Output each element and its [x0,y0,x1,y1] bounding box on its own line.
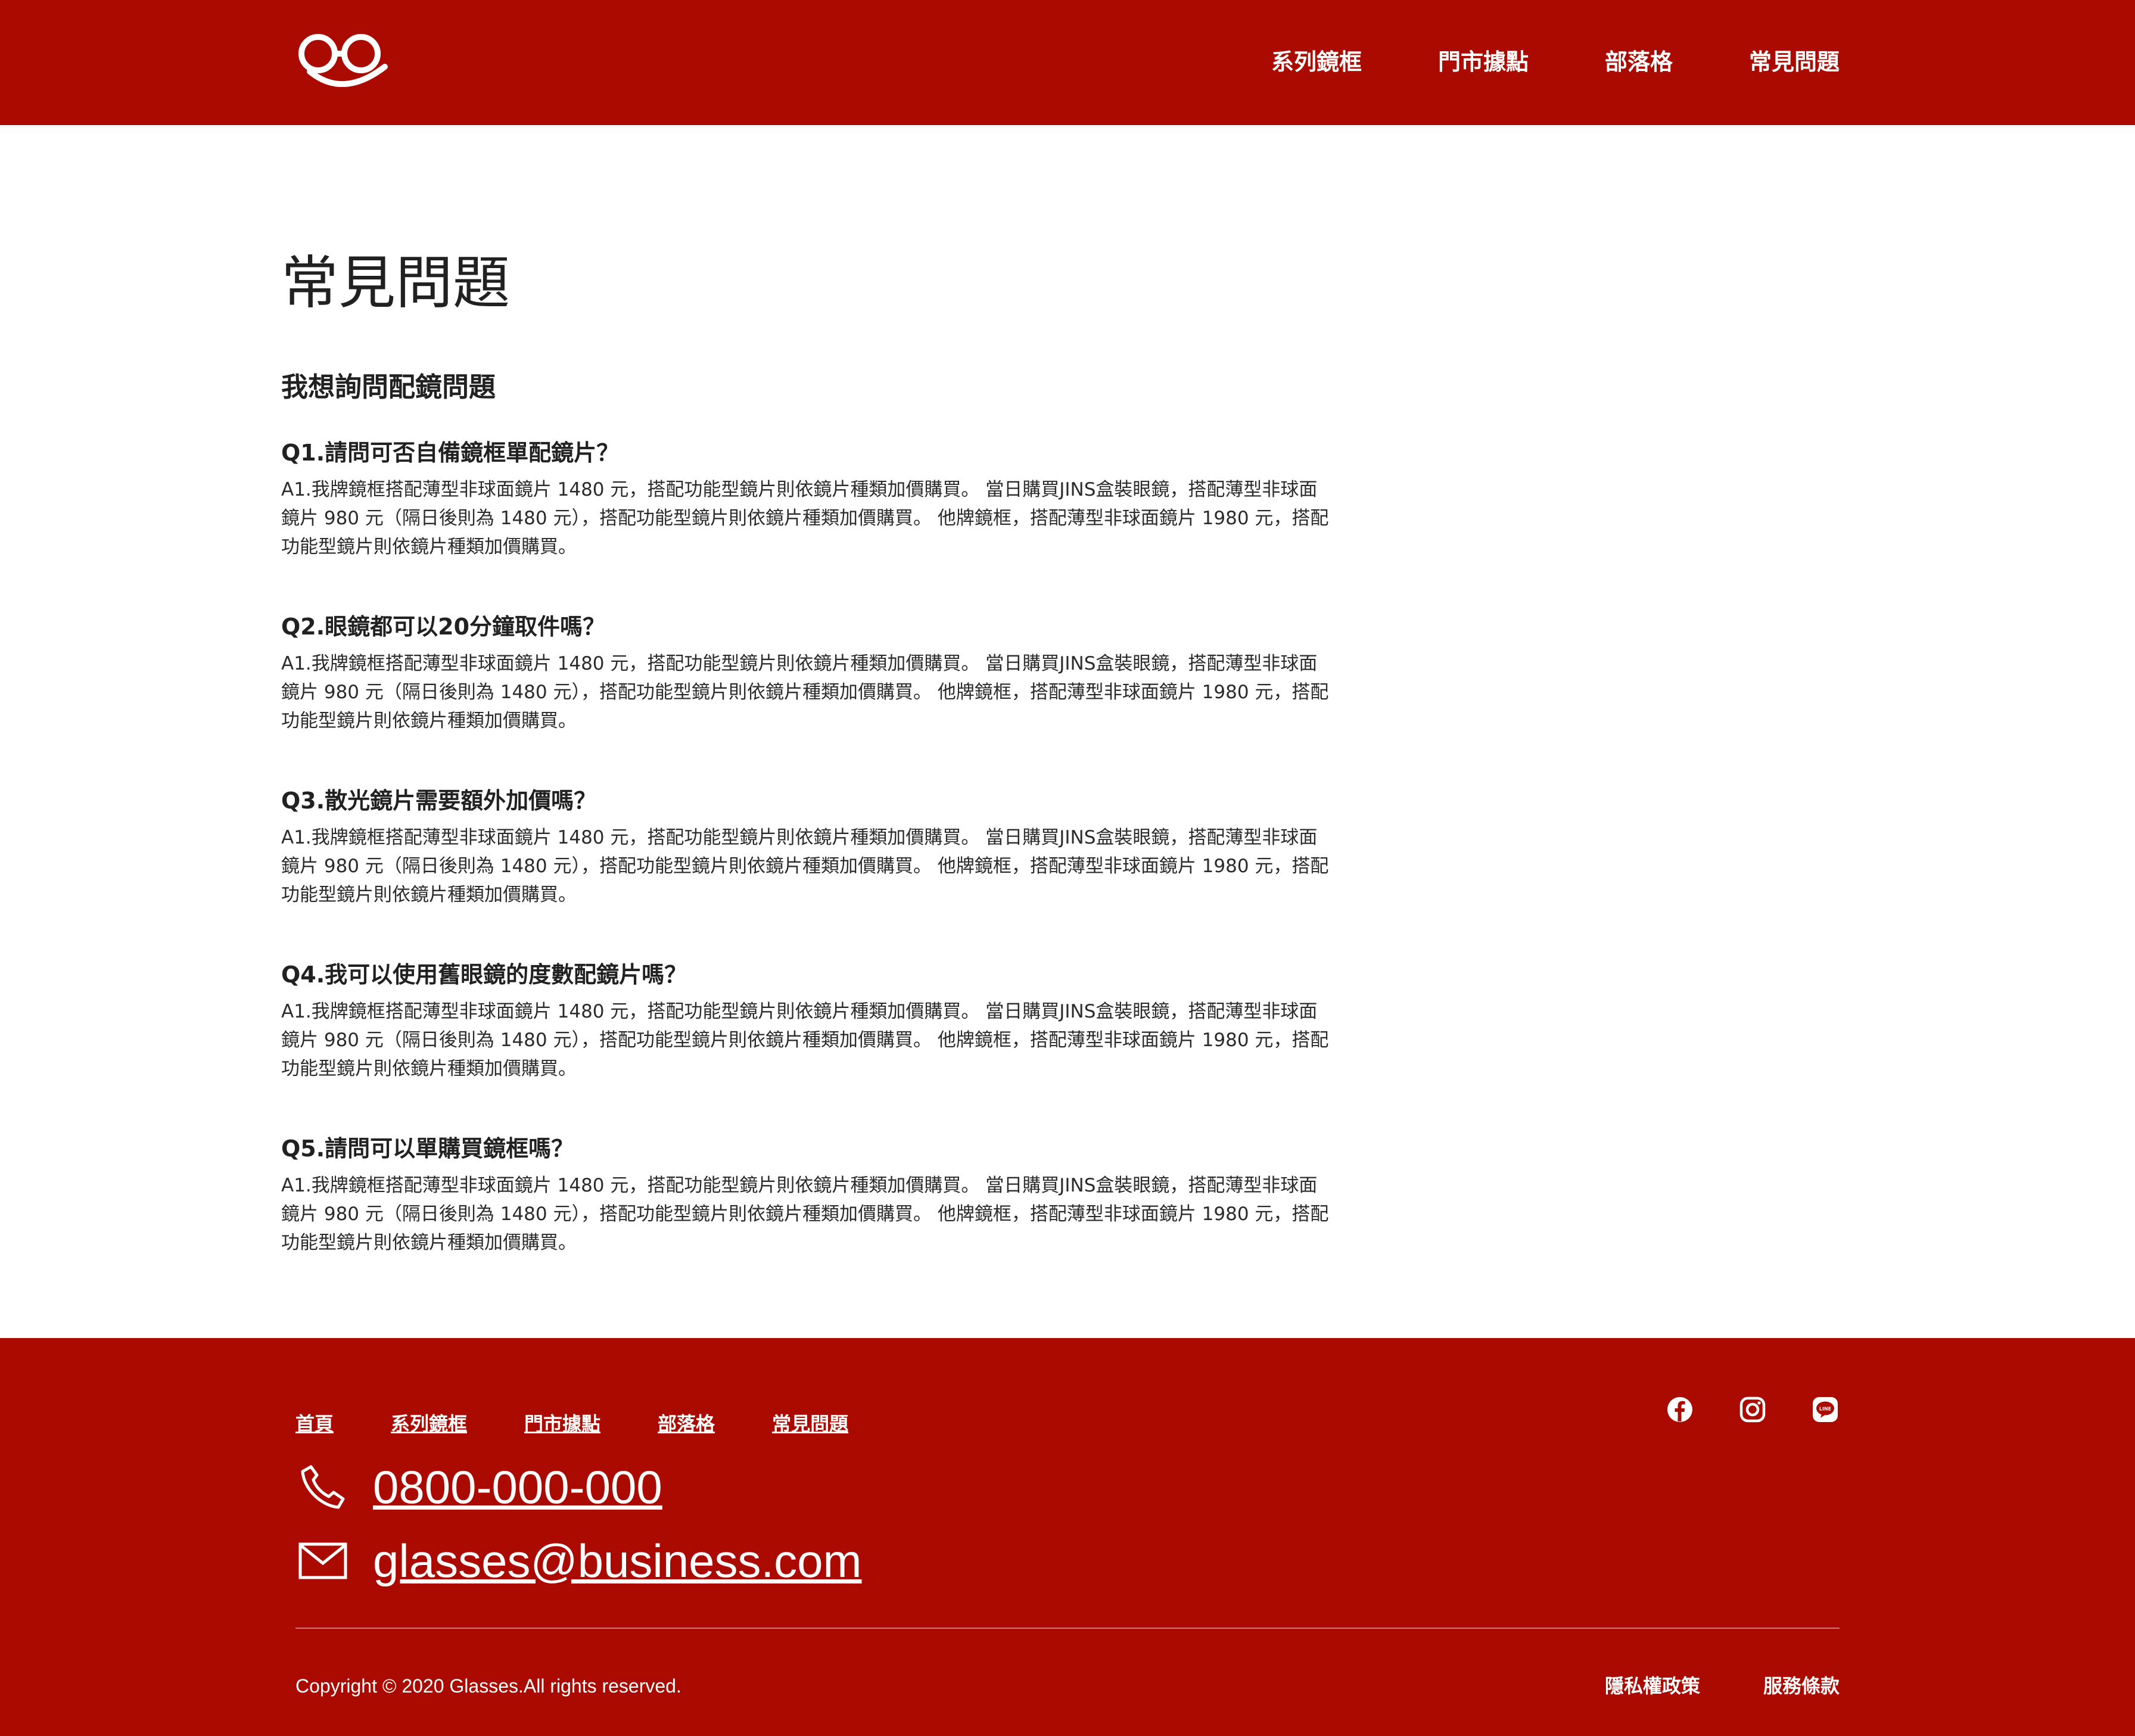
line-icon[interactable]: LINE [1811,1395,1840,1424]
mail-icon [298,1536,348,1586]
faq-answer: A1.我牌鏡框搭配薄型非球面鏡片 1480 元，搭配功能型鏡片則依鏡片種類加價購… [281,1001,1329,1079]
site-footer: 首頁 系列鏡框 門市據點 部落格 常見問題 LINE 0800-000-000 … [0,1338,2135,1736]
footer-link-frames[interactable]: 系列鏡框 [391,1410,467,1438]
faq-question: Q4.我可以使用舊眼鏡的度數配鏡片嗎？ [281,962,687,988]
phone-link[interactable]: 0800-000-000 [373,1457,662,1517]
footer-divider [295,1628,1840,1629]
site-header: 系列鏡框 門市據點 部落格 常見問題 [0,0,2135,125]
nav-item-frames[interactable]: 系列鏡框 [1271,45,1362,79]
main-nav: 系列鏡框 門市據點 部落格 常見問題 [1271,45,1840,79]
footer-link-faq[interactable]: 常見問題 [772,1410,848,1438]
page-title: 常見問題 [281,250,510,316]
faq-item: Q2.眼鏡都可以20分鐘取件嗎？ A1.我牌鏡框搭配薄型非球面鏡片 1480 元… [281,610,1330,735]
section-title: 我想詢問配鏡問題 [281,371,496,403]
footer-link-home[interactable]: 首頁 [295,1410,334,1438]
faq-item: Q3.散光鏡片需要額外加價嗎？ A1.我牌鏡框搭配薄型非球面鏡片 1480 元，… [281,784,1330,909]
faq-main: 常見問題 我想詢問配鏡問題 Q1.請問可否自備鏡框單配鏡片？ A1.我牌鏡框搭配… [281,244,1330,1257]
facebook-icon[interactable] [1666,1395,1694,1424]
social-links: LINE [1666,1395,1840,1424]
faq-question: Q1.請問可否自備鏡框單配鏡片？ [281,440,620,466]
privacy-policy-link[interactable]: 隱私權政策 [1605,1672,1700,1700]
faq-item: Q1.請問可否自備鏡框單配鏡片？ A1.我牌鏡框搭配薄型非球面鏡片 1480 元… [281,436,1330,561]
phone-contact: 0800-000-000 [298,1457,662,1517]
email-contact: glasses@business.com [298,1531,862,1591]
email-link[interactable]: glasses@business.com [373,1531,862,1591]
copyright-text: Copyright © 2020 Glasses.All rights rese… [295,1675,681,1697]
faq-question: Q2.眼鏡都可以20分鐘取件嗎？ [281,614,606,640]
nav-item-stores[interactable]: 門市據點 [1438,45,1529,79]
faq-question: Q3.散光鏡片需要額外加價嗎？ [281,788,597,814]
glasses-logo-icon[interactable] [295,30,392,88]
faq-answer: A1.我牌鏡框搭配薄型非球面鏡片 1480 元，搭配功能型鏡片則依鏡片種類加價購… [281,653,1329,732]
footer-nav: 首頁 系列鏡框 門市據點 部落格 常見問題 [295,1410,848,1438]
legal-links: 隱私權政策 服務條款 [1605,1672,1840,1700]
instagram-icon[interactable] [1738,1395,1767,1424]
faq-answer: A1.我牌鏡框搭配薄型非球面鏡片 1480 元，搭配功能型鏡片則依鏡片種類加價購… [281,1175,1329,1253]
faq-item: Q4.我可以使用舊眼鏡的度數配鏡片嗎？ A1.我牌鏡框搭配薄型非球面鏡片 148… [281,958,1330,1083]
footer-link-blog[interactable]: 部落格 [658,1410,715,1438]
nav-item-faq[interactable]: 常見問題 [1749,45,1840,79]
faq-answer: A1.我牌鏡框搭配薄型非球面鏡片 1480 元，搭配功能型鏡片則依鏡片種類加價購… [281,479,1329,558]
faq-item: Q5.請問可以單購買鏡框嗎？ A1.我牌鏡框搭配薄型非球面鏡片 1480 元，搭… [281,1132,1330,1257]
terms-of-service-link[interactable]: 服務條款 [1763,1672,1840,1700]
faq-question: Q5.請問可以單購買鏡框嗎？ [281,1135,574,1162]
phone-icon [298,1462,348,1512]
svg-text:LINE: LINE [1819,1407,1831,1412]
faq-answer: A1.我牌鏡框搭配薄型非球面鏡片 1480 元，搭配功能型鏡片則依鏡片種類加價購… [281,827,1329,906]
nav-item-blog[interactable]: 部落格 [1605,45,1673,79]
footer-link-stores[interactable]: 門市據點 [524,1410,600,1438]
